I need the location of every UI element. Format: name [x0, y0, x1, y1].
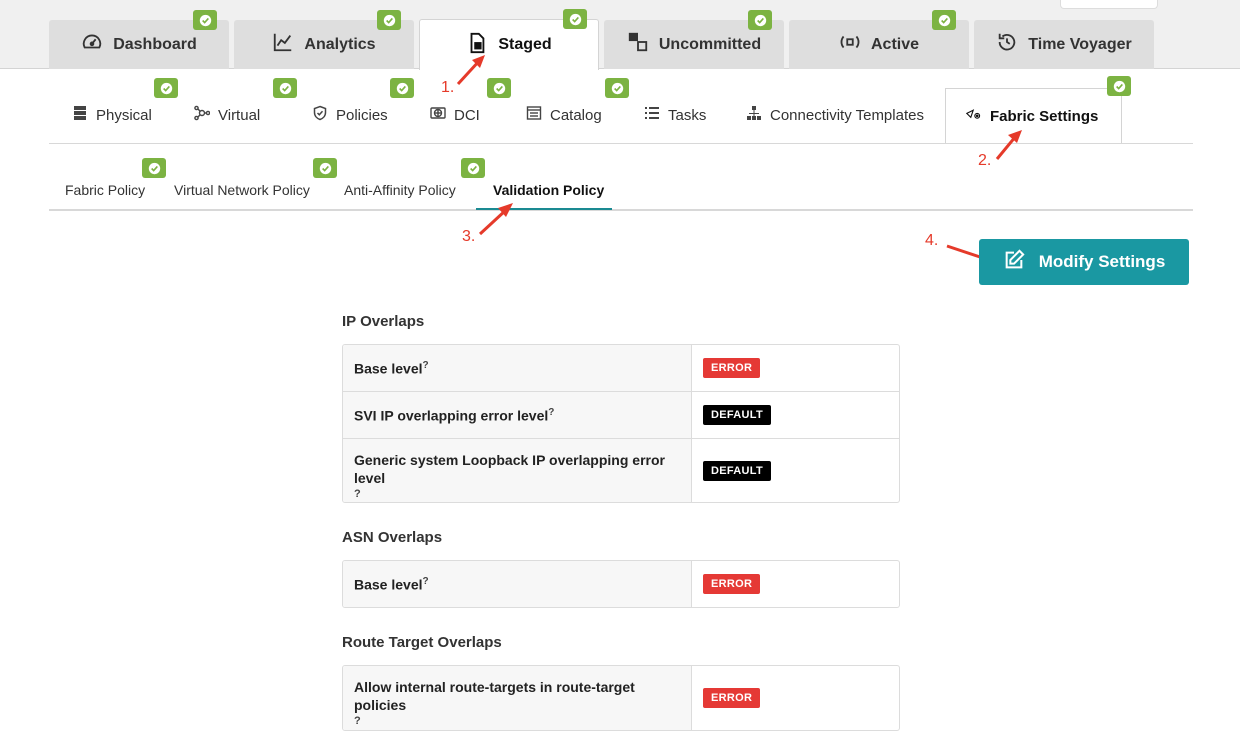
row-label: Generic system Loopback IP overlapping e… — [343, 439, 692, 502]
section-title-asn-overlaps: ASN Overlaps — [342, 529, 443, 546]
tab-label: Staged — [498, 36, 552, 53]
check-badge-icon — [390, 78, 414, 98]
step-2-label: 2. — [978, 152, 992, 169]
catalog-icon — [526, 105, 542, 125]
tab-label: Uncommitted — [658, 35, 762, 53]
edit-icon — [1003, 248, 1025, 276]
status-badge: DEFAULT — [703, 405, 772, 425]
status-badge: DEFAULT — [703, 460, 772, 481]
top-right-control[interactable] — [1060, 0, 1158, 9]
tab-time-voyager[interactable]: Time Voyager — [974, 20, 1154, 69]
check-badge-icon — [154, 78, 178, 98]
subtab-virtual[interactable]: Virtual — [194, 89, 260, 141]
subtab-policies[interactable]: Policies — [312, 89, 388, 141]
subtab-tasks[interactable]: Tasks — [644, 89, 706, 141]
status-badge: ERROR — [703, 688, 761, 708]
check-badge-icon — [563, 9, 587, 29]
modify-settings-label: Modify Settings — [1038, 252, 1166, 271]
asn-overlaps-table: Base level? ERROR — [342, 560, 900, 608]
help-icon[interactable]: ? — [354, 714, 680, 728]
row-value: DEFAULT — [692, 439, 899, 502]
subtab-physical[interactable]: Physical — [72, 89, 152, 141]
check-badge-icon — [142, 158, 166, 178]
check-badge-icon — [377, 10, 401, 30]
table-row: Generic system Loopback IP overlapping e… — [343, 438, 899, 502]
section-title-route-target-overlaps: Route Target Overlaps — [342, 634, 502, 651]
row-label: Base level? — [343, 345, 692, 391]
server-icon — [72, 105, 88, 125]
network-nodes-icon — [194, 105, 211, 125]
subtab-label: Fabric Settings — [990, 108, 1099, 125]
subtab-connectivity-templates[interactable]: Connectivity Templates — [746, 89, 924, 141]
status-badge: ERROR — [703, 358, 761, 378]
check-badge-icon — [605, 78, 629, 98]
tab-label: Analytics — [304, 35, 376, 53]
third-nav-divider — [49, 209, 1193, 211]
table-row: Base level? ERROR — [343, 345, 899, 391]
subtab-dci[interactable]: DCI — [430, 89, 480, 141]
globe-icon — [430, 105, 446, 125]
step-3-arrow-icon — [478, 203, 513, 236]
tab-label: Time Voyager — [1028, 35, 1132, 53]
check-badge-icon — [273, 78, 297, 98]
table-row: Allow internal route-targets in route-ta… — [343, 666, 899, 730]
help-icon[interactable]: ? — [423, 576, 429, 587]
subtab-label: Catalog — [550, 106, 602, 124]
table-row: SVI IP overlapping error level? DEFAULT — [343, 391, 899, 438]
status-badge: ERROR — [703, 574, 761, 594]
line-chart-icon — [272, 31, 294, 58]
check-badge-icon — [461, 158, 485, 178]
gauge-icon — [81, 31, 103, 58]
step-2-arrow-icon — [995, 130, 1022, 160]
row-value: DEFAULT — [692, 392, 899, 438]
subtab-label: Physical — [96, 106, 152, 124]
subtab-label: Policies — [336, 106, 388, 124]
tab-anti-affinity-policy[interactable]: Anti-Affinity Policy — [344, 182, 456, 210]
tab-label: Dashboard — [113, 35, 197, 53]
subtab-label: DCI — [454, 106, 480, 124]
step-1-arrow-icon — [456, 55, 485, 86]
subtab-catalog[interactable]: Catalog — [526, 89, 602, 141]
tab-virtual-network-policy[interactable]: Virtual Network Policy — [174, 182, 310, 210]
subtab-label: Connectivity Templates — [770, 106, 924, 124]
list-icon — [644, 105, 660, 125]
subtab-label: Tasks — [668, 106, 707, 124]
modify-settings-button[interactable]: Modify Settings — [979, 239, 1189, 285]
section-title-ip-overlaps: IP Overlaps — [342, 313, 425, 330]
row-label: Base level? — [343, 561, 692, 607]
history-icon — [996, 31, 1018, 58]
check-badge-icon — [748, 10, 772, 30]
route-target-overlaps-table: Allow internal route-targets in route-ta… — [342, 665, 900, 731]
uncommitted-icon — [627, 31, 649, 58]
check-badge-icon — [932, 10, 956, 30]
shield-icon — [312, 105, 328, 125]
tab-label: Active — [870, 35, 920, 53]
table-row: Base level? ERROR — [343, 561, 899, 607]
help-icon[interactable]: ? — [354, 487, 680, 501]
row-value: ERROR — [692, 561, 899, 607]
subtab-fabric-settings[interactable]: Fabric Settings — [945, 88, 1122, 144]
help-icon[interactable]: ? — [423, 360, 429, 371]
check-badge-icon — [313, 158, 337, 178]
subtab-label: Virtual — [218, 106, 261, 124]
row-value: ERROR — [692, 666, 899, 730]
step-4-label: 4. — [925, 232, 939, 249]
check-badge-icon — [1107, 76, 1131, 96]
row-label: SVI IP overlapping error level? — [343, 392, 692, 438]
row-value: ERROR — [692, 345, 899, 391]
hierarchy-icon — [746, 105, 762, 125]
fabric-settings-icon — [965, 107, 982, 127]
active-signal-icon — [839, 31, 861, 58]
row-label: Allow internal route-targets in route-ta… — [343, 666, 692, 730]
ip-overlaps-table: Base level? ERROR SVI IP overlapping err… — [342, 344, 900, 503]
tab-fabric-policy[interactable]: Fabric Policy — [65, 182, 145, 210]
check-badge-icon — [193, 10, 217, 30]
help-icon[interactable]: ? — [548, 407, 554, 418]
